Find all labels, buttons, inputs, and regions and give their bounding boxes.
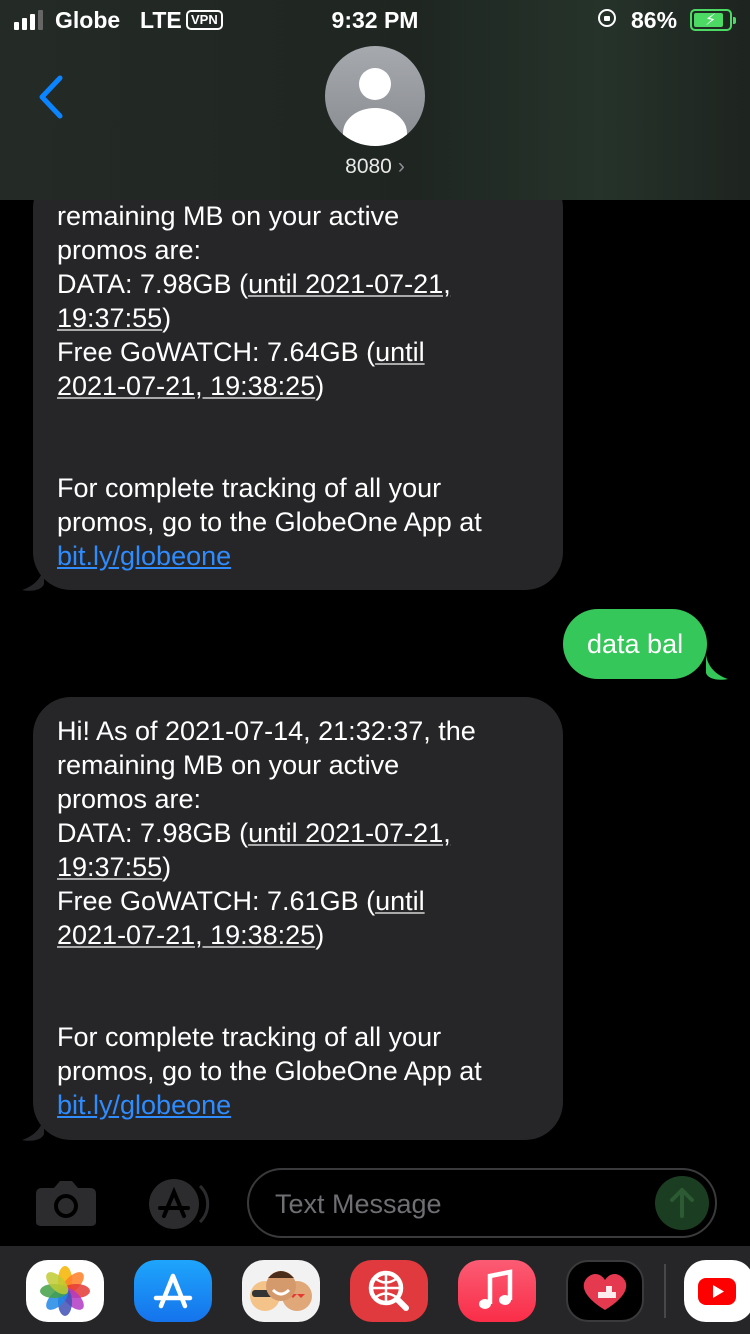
conversation-header: Globe LTE VPN 9:32 PM 86% ⚡ 8080 › [0,0,750,200]
bubble-tail [22,1116,44,1141]
contact-avatar[interactable] [325,46,425,146]
youtube-icon[interactable] [684,1260,750,1322]
incoming-message[interactable]: remaining MB on your active promos are: … [33,170,563,590]
message-field[interactable] [247,1168,717,1238]
photos-icon[interactable] [26,1260,104,1322]
back-chevron-icon[interactable] [30,72,80,122]
camera-icon[interactable] [34,1178,98,1228]
app-store-icon[interactable] [134,1260,212,1322]
contact-name-button[interactable]: 8080 › [0,155,750,179]
bubble-tail [22,566,44,591]
battery-percentage: 86% [631,7,678,33]
chevron-right-icon: › [397,155,405,178]
battery-icon: ⚡ [690,9,736,31]
message-link[interactable]: bit.ly/globeone [57,541,231,571]
bubble-tail [706,655,728,680]
imessage-app-drawer [0,1246,750,1334]
status-bar: Globe LTE VPN 9:32 PM 86% ⚡ [0,0,750,42]
message-input[interactable] [273,1170,637,1238]
compose-bar [0,1160,750,1246]
memoji-icon[interactable] [242,1260,320,1322]
web-search-icon[interactable] [350,1260,428,1322]
outgoing-message-text: data bal [587,629,684,659]
incoming-message[interactable]: Hi! As of 2021-07-14, 21:32:37, the rema… [33,697,563,1140]
arrow-up-icon [670,1188,694,1218]
send-button[interactable] [655,1176,709,1230]
app-store-button-icon[interactable] [140,1178,212,1230]
orientation-lock-icon [598,9,616,27]
outgoing-message[interactable]: data bal [563,609,708,679]
heart-sticker-icon[interactable] [566,1260,644,1322]
contact-name: 8080 [345,155,392,178]
drawer-divider [664,1264,666,1318]
message-link[interactable]: bit.ly/globeone [57,1090,231,1120]
music-icon[interactable] [458,1260,536,1322]
